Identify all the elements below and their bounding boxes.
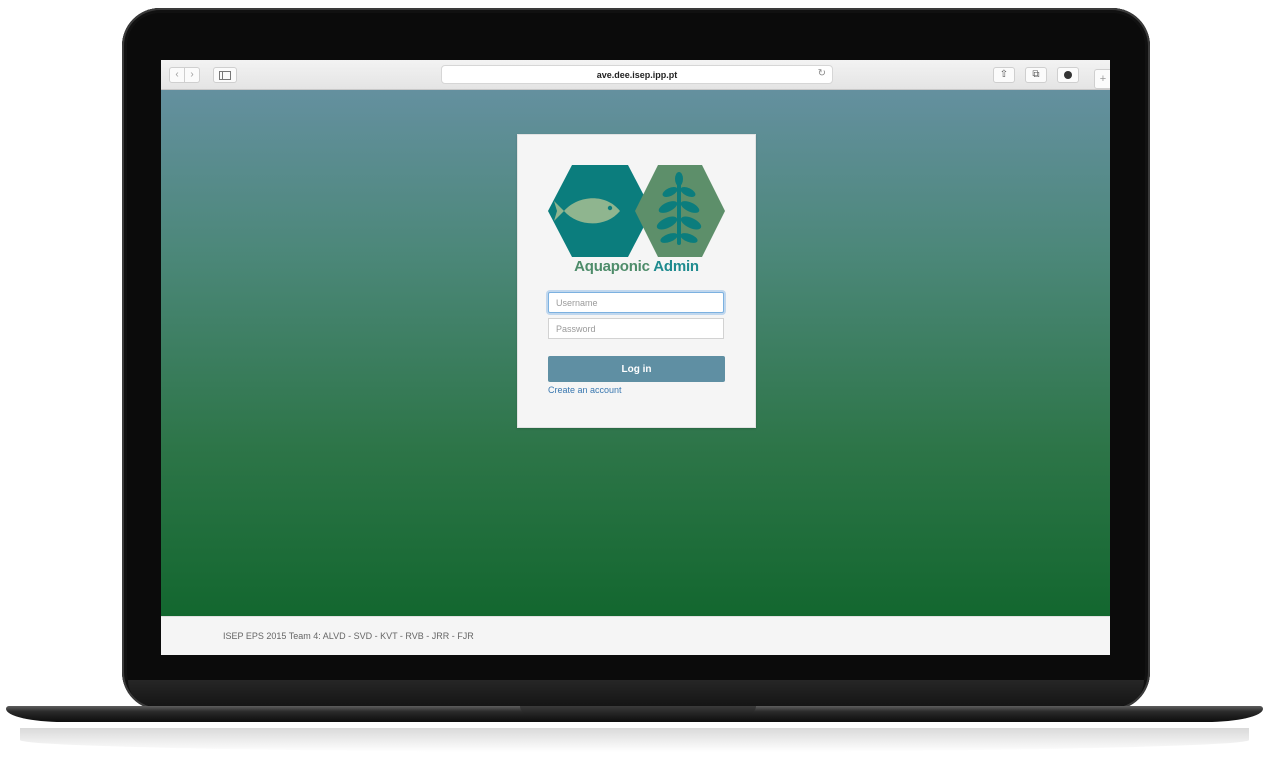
- login-button[interactable]: Log in: [548, 356, 725, 382]
- laptop-reflection: [20, 728, 1249, 752]
- device-mockup: ‹ › ave.dee.isep.ipp.pt ↻ ⇧ ⧉ + Aquaponi…: [0, 0, 1269, 760]
- reload-icon[interactable]: ↻: [818, 68, 826, 79]
- url-text: ave.dee.isep.ipp.pt: [596, 69, 678, 80]
- username-input[interactable]: [548, 292, 724, 313]
- address-bar[interactable]: ave.dee.isep.ipp.pt ↻: [441, 65, 833, 84]
- page-footer: ISEP EPS 2015 Team 4: ALVD - SVD - KVT -…: [161, 616, 1110, 655]
- forward-button[interactable]: ›: [184, 67, 200, 83]
- new-tab-button[interactable]: +: [1094, 69, 1110, 89]
- laptop-screen: ‹ › ave.dee.isep.ipp.pt ↻ ⇧ ⧉ + Aquaponi…: [161, 60, 1110, 655]
- create-account-link[interactable]: Create an account: [548, 385, 622, 395]
- password-input[interactable]: [548, 318, 724, 339]
- fish-eye: [607, 205, 613, 211]
- login-card: Aquaponic Admin Log in Create an account: [517, 134, 756, 428]
- extension-icon: [1064, 71, 1072, 79]
- footer-credits: ISEP EPS 2015 Team 4: ALVD - SVD - KVT -…: [223, 631, 474, 641]
- plus-icon: +: [1099, 72, 1107, 85]
- chevron-left-icon: ‹: [175, 69, 179, 80]
- share-icon: ⇧: [999, 69, 1009, 80]
- tabs-button[interactable]: ⧉: [1025, 67, 1047, 83]
- share-button[interactable]: ⇧: [993, 67, 1015, 83]
- back-button[interactable]: ‹: [169, 67, 185, 83]
- chevron-right-icon: ›: [190, 69, 194, 80]
- sidebar-toggle-button[interactable]: [213, 67, 237, 83]
- brand-part-1: Aquaponic: [574, 258, 650, 275]
- tabs-icon: ⧉: [1032, 69, 1040, 80]
- brand-part-2: Admin: [653, 258, 699, 275]
- aquaponic-logo: [548, 165, 725, 257]
- laptop-bezel-bottom: [128, 680, 1144, 706]
- app-brand: Aquaponic Admin: [518, 258, 755, 275]
- extension-button[interactable]: [1057, 67, 1079, 83]
- page-background: Aquaponic Admin Log in Create an account: [161, 90, 1110, 616]
- browser-toolbar: ‹ › ave.dee.isep.ipp.pt ↻ ⇧ ⧉ +: [161, 60, 1110, 90]
- sidebar-icon: [219, 70, 231, 80]
- laptop-hinge-notch: [520, 706, 756, 714]
